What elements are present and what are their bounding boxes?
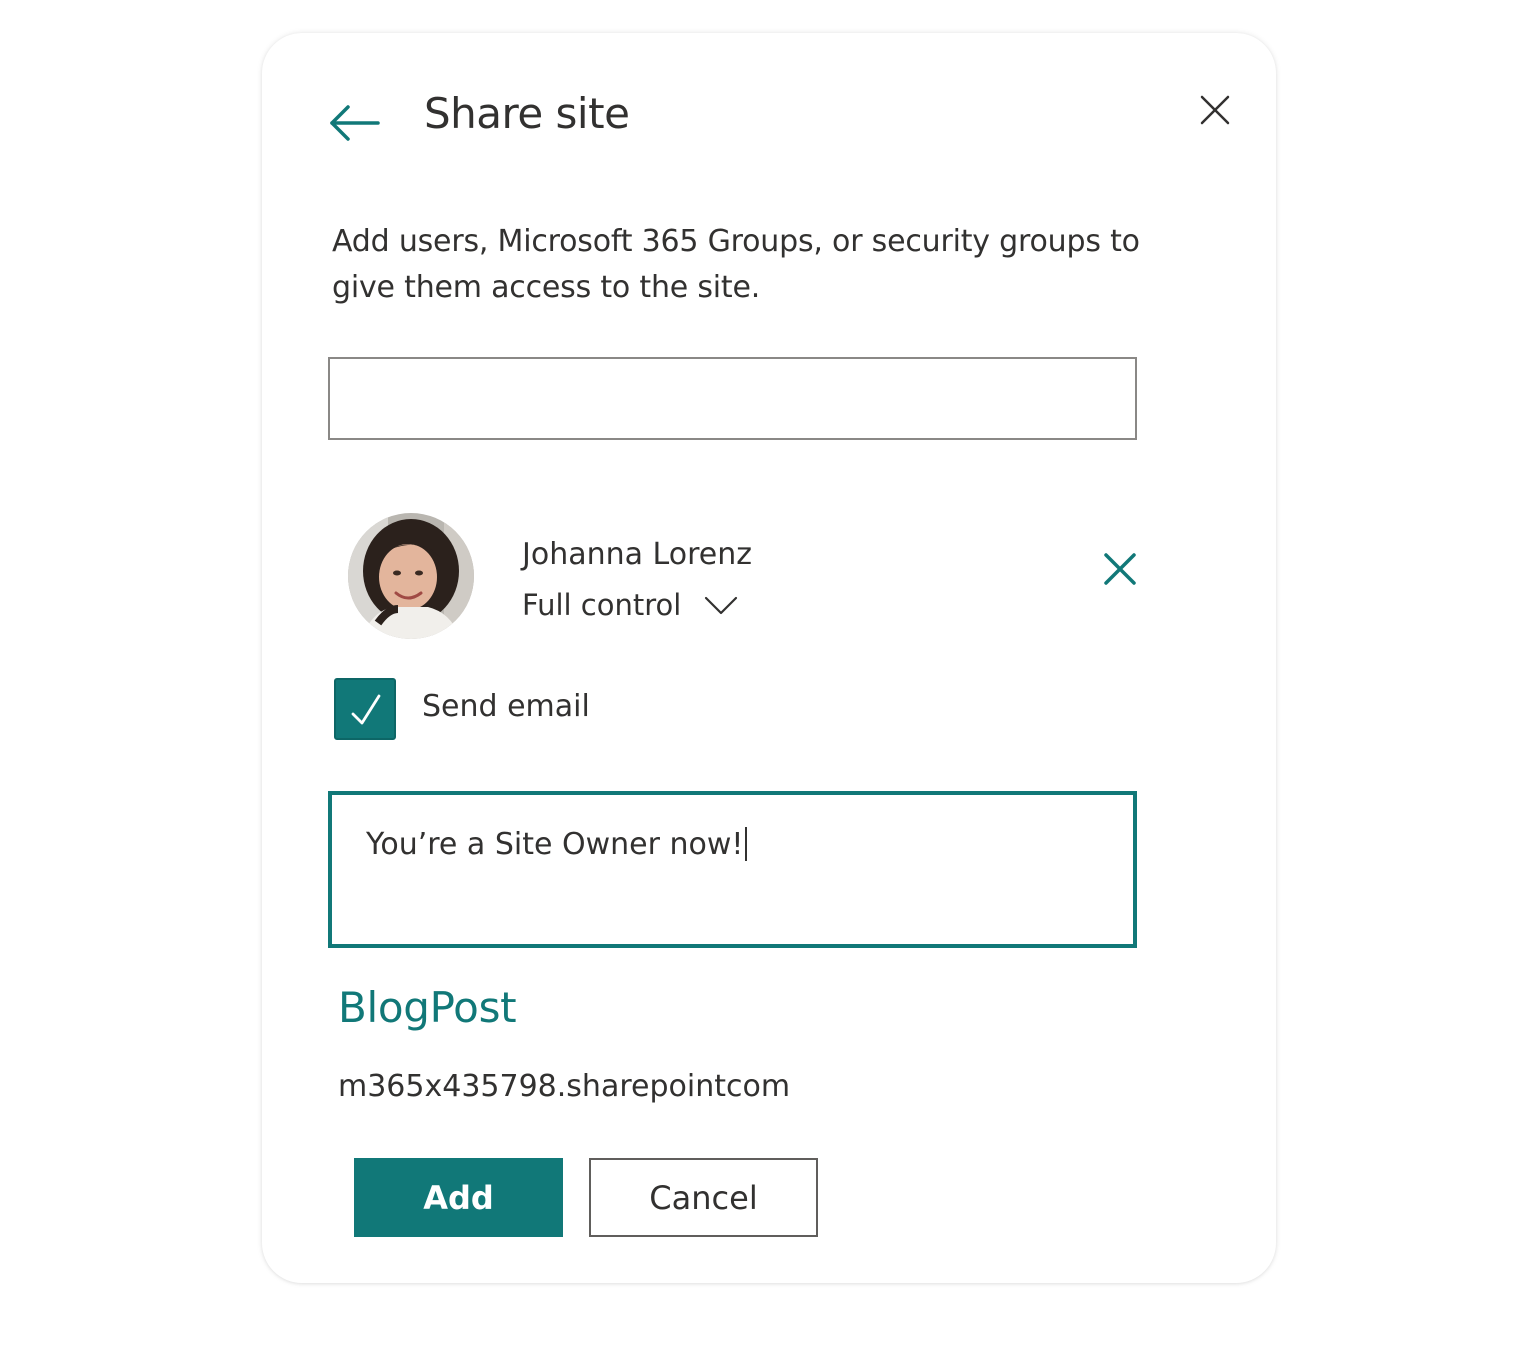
send-email-label: Send email: [422, 689, 590, 724]
checkmark-icon: [351, 694, 381, 725]
permission-label: Full control: [522, 588, 682, 622]
close-icon: [1104, 553, 1136, 585]
arrow-left-icon: [330, 105, 380, 141]
message-text: You’re a Site Owner now!: [366, 827, 744, 862]
people-picker-input[interactable]: [328, 357, 1137, 440]
share-site-panel: Share site Add users, Microsoft 365 Grou…: [262, 33, 1276, 1283]
avatar: [348, 513, 474, 639]
share-description: Add users, Microsoft 365 Groups, or secu…: [332, 224, 1140, 305]
text-caret: [745, 826, 748, 861]
chevron-down-icon: [705, 596, 738, 615]
send-email-checkbox[interactable]: [334, 678, 396, 740]
add-button[interactable]: Add: [354, 1158, 563, 1237]
back-button[interactable]: [326, 97, 382, 153]
close-icon: [1200, 95, 1230, 125]
permission-dropdown[interactable]: Full control: [522, 585, 739, 625]
remove-user-button[interactable]: [1102, 551, 1138, 587]
user-avatar-icon: [348, 513, 474, 639]
site-name-link[interactable]: BlogPost: [338, 983, 517, 1032]
message-textarea[interactable]: You’re a Site Owner now!: [328, 791, 1137, 948]
close-button[interactable]: [1194, 89, 1234, 129]
user-name: Johanna Lorenz: [522, 537, 752, 572]
site-url: m365x435798.sharepointcom: [338, 1069, 791, 1104]
cancel-button[interactable]: Cancel: [589, 1158, 818, 1237]
panel-title: Share site: [424, 89, 630, 138]
